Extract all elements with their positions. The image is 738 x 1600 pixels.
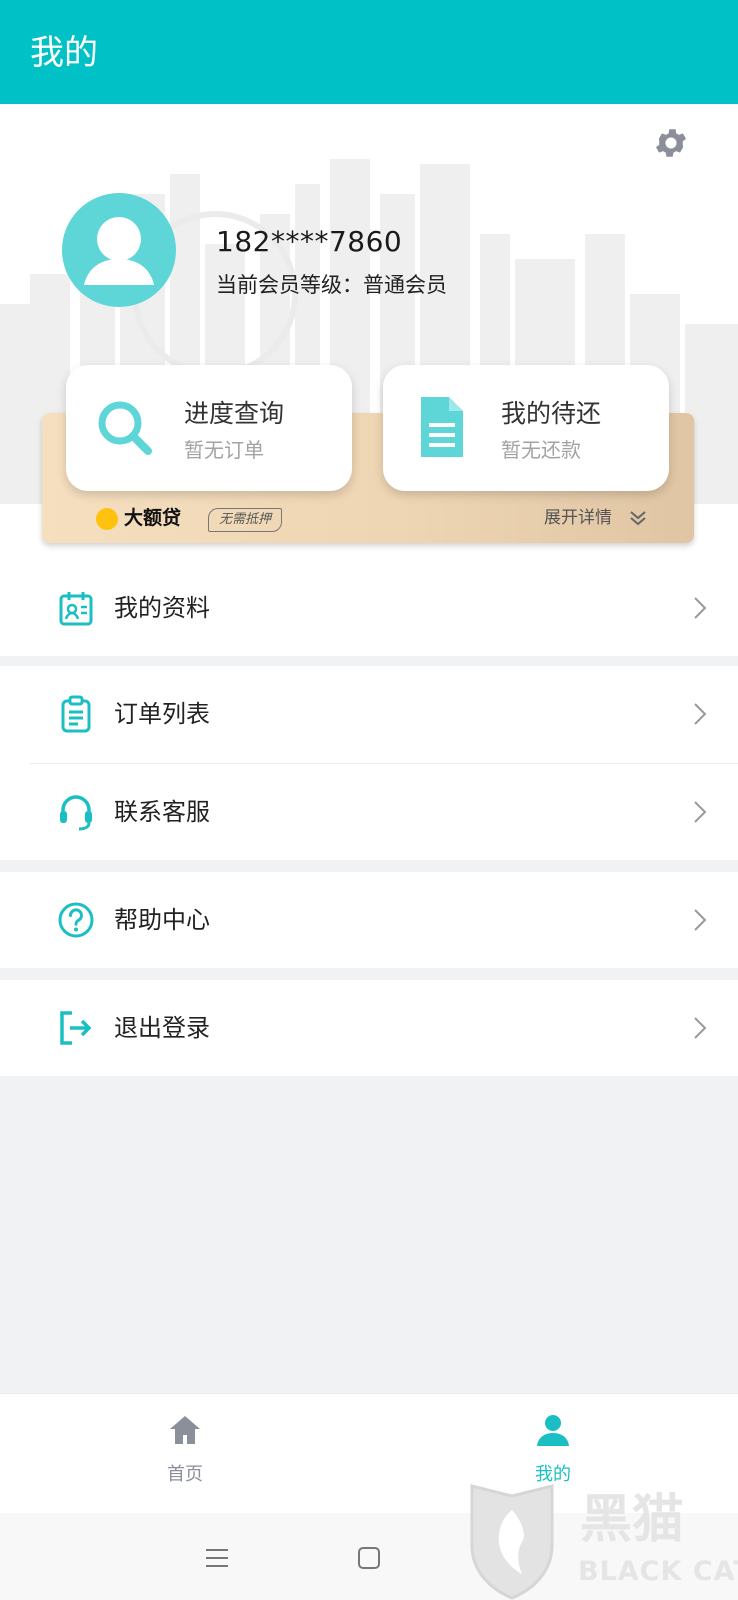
menu-label: 联系客服 <box>114 798 210 826</box>
system-nav-bar <box>0 1513 738 1600</box>
card-title: 我的待还 <box>501 399 602 428</box>
chevron-right-icon <box>694 597 707 619</box>
menu-label: 退出登录 <box>114 1014 210 1042</box>
clipboard-icon <box>61 695 91 733</box>
menu-lines-icon[interactable] <box>202 1543 232 1573</box>
brand-name: 大额贷 <box>124 507 182 529</box>
menu-label: 我的资料 <box>114 594 210 622</box>
brand-tag: 无需抵押 <box>208 508 283 532</box>
chevron-right-icon <box>694 909 707 931</box>
avatar[interactable] <box>62 193 176 307</box>
back-chevron-icon[interactable] <box>506 1543 536 1573</box>
profile-card-icon <box>59 592 93 626</box>
menu-item-my-profile[interactable]: 我的资料 <box>0 560 738 656</box>
bottom-tab-bar: 首页 我的 <box>0 1393 738 1513</box>
logout-icon <box>60 1011 92 1045</box>
menu-label: 订单列表 <box>114 700 210 728</box>
user-silhouette-icon <box>84 217 154 285</box>
double-chevron-down-icon[interactable] <box>628 508 648 528</box>
card-subtitle: 暂无还款 <box>501 438 581 462</box>
document-icon <box>421 397 463 457</box>
menu-group-orders: 订单列表 联系客服 <box>0 666 738 860</box>
menu-item-customer-service[interactable]: 联系客服 <box>0 764 738 860</box>
tab-label: 首页 <box>167 1464 203 1485</box>
phone-number: 182****7860 <box>216 225 403 258</box>
tab-home[interactable]: 首页 <box>95 1394 275 1504</box>
settings-gear-icon[interactable] <box>652 124 690 162</box>
my-repayment-card[interactable]: 我的待还 暂无还款 <box>383 365 669 491</box>
menu-group-help: 帮助中心 <box>0 872 738 968</box>
progress-query-card[interactable]: 进度查询 暂无订单 <box>66 365 352 491</box>
expand-details-link[interactable]: 展开详情 <box>544 506 612 530</box>
chevron-right-icon <box>694 1017 707 1039</box>
menu-item-help-center[interactable]: 帮助中心 <box>0 872 738 968</box>
page-title: 我的 <box>30 33 98 73</box>
menu-item-logout[interactable]: 退出登录 <box>0 980 738 1076</box>
brand-logo-icon <box>96 508 118 530</box>
card-subtitle: 暂无订单 <box>184 438 264 462</box>
user-icon <box>537 1415 569 1446</box>
home-icon <box>170 1416 200 1444</box>
member-level: 当前会员等级：普通会员 <box>216 273 447 297</box>
question-circle-icon <box>58 902 94 938</box>
menu-label: 帮助中心 <box>114 906 210 934</box>
headset-icon <box>60 795 92 831</box>
menu-item-order-list[interactable]: 订单列表 <box>0 666 738 762</box>
tab-mine[interactable]: 我的 <box>463 1394 643 1504</box>
menu-group-profile: 我的资料 <box>0 560 738 656</box>
card-title: 进度查询 <box>184 399 285 428</box>
menu-group-logout: 退出登录 <box>0 980 738 1076</box>
chevron-right-icon <box>694 703 707 725</box>
search-icon <box>98 401 152 455</box>
home-square-icon[interactable] <box>354 1543 384 1573</box>
top-bar: 我的 <box>0 0 738 104</box>
tab-label: 我的 <box>535 1464 571 1485</box>
chevron-right-icon <box>694 801 707 823</box>
